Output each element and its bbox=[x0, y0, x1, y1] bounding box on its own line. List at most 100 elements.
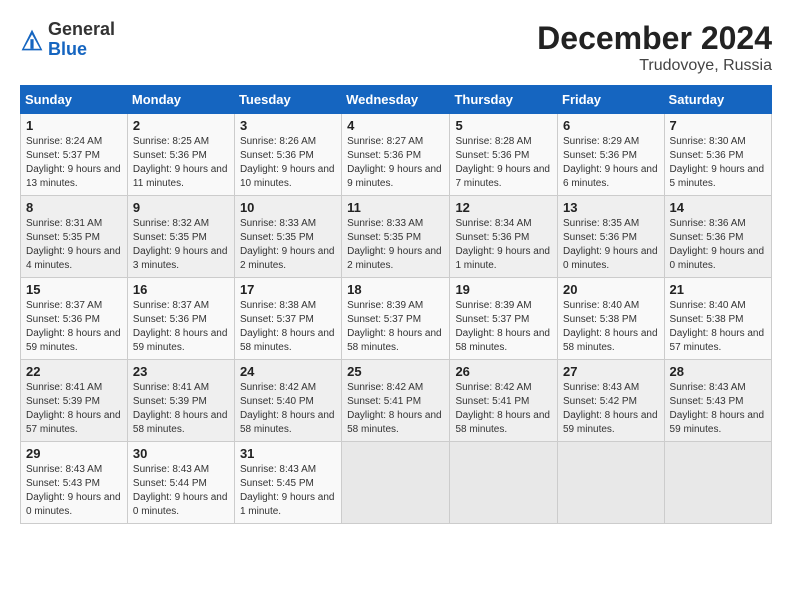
calendar-header-row: Sunday Monday Tuesday Wednesday Thursday… bbox=[21, 86, 772, 114]
day-detail: Sunrise: 8:34 AM Sunset: 5:36 PM Dayligh… bbox=[455, 217, 552, 273]
calendar-day-cell: 24 Sunrise: 8:42 AM Sunset: 5:40 PM Dayl… bbox=[234, 360, 341, 442]
calendar-day-cell bbox=[664, 442, 771, 524]
calendar-day-cell: 2 Sunrise: 8:25 AM Sunset: 5:36 PM Dayli… bbox=[127, 114, 234, 196]
calendar-week-row: 8 Sunrise: 8:31 AM Sunset: 5:35 PM Dayli… bbox=[21, 196, 772, 278]
day-detail: Sunrise: 8:43 AM Sunset: 5:43 PM Dayligh… bbox=[670, 381, 766, 437]
day-number: 4 bbox=[347, 118, 444, 133]
logo-icon bbox=[20, 28, 44, 52]
calendar-day-cell: 8 Sunrise: 8:31 AM Sunset: 5:35 PM Dayli… bbox=[21, 196, 128, 278]
day-detail: Sunrise: 8:42 AM Sunset: 5:41 PM Dayligh… bbox=[455, 381, 552, 437]
day-number: 14 bbox=[670, 200, 766, 215]
day-number: 27 bbox=[563, 364, 659, 379]
calendar-day-cell: 27 Sunrise: 8:43 AM Sunset: 5:42 PM Dayl… bbox=[558, 360, 665, 442]
day-number: 17 bbox=[240, 282, 336, 297]
day-number: 16 bbox=[133, 282, 229, 297]
day-detail: Sunrise: 8:43 AM Sunset: 5:44 PM Dayligh… bbox=[133, 463, 229, 519]
day-detail: Sunrise: 8:37 AM Sunset: 5:36 PM Dayligh… bbox=[133, 299, 229, 355]
day-number: 26 bbox=[455, 364, 552, 379]
day-detail: Sunrise: 8:42 AM Sunset: 5:40 PM Dayligh… bbox=[240, 381, 336, 437]
page-header: General Blue December 2024 Trudovoye, Ru… bbox=[20, 20, 772, 75]
logo-general: General bbox=[48, 20, 115, 40]
calendar-day-cell: 14 Sunrise: 8:36 AM Sunset: 5:36 PM Dayl… bbox=[664, 196, 771, 278]
calendar-day-cell: 4 Sunrise: 8:27 AM Sunset: 5:36 PM Dayli… bbox=[342, 114, 450, 196]
calendar-day-cell: 20 Sunrise: 8:40 AM Sunset: 5:38 PM Dayl… bbox=[558, 278, 665, 360]
calendar-week-row: 1 Sunrise: 8:24 AM Sunset: 5:37 PM Dayli… bbox=[21, 114, 772, 196]
day-number: 29 bbox=[26, 446, 122, 461]
calendar-table: Sunday Monday Tuesday Wednesday Thursday… bbox=[20, 85, 772, 524]
calendar-day-cell: 15 Sunrise: 8:37 AM Sunset: 5:36 PM Dayl… bbox=[21, 278, 128, 360]
location-title: Trudovoye, Russia bbox=[537, 57, 772, 75]
day-detail: Sunrise: 8:40 AM Sunset: 5:38 PM Dayligh… bbox=[563, 299, 659, 355]
day-detail: Sunrise: 8:27 AM Sunset: 5:36 PM Dayligh… bbox=[347, 135, 444, 191]
calendar-week-row: 29 Sunrise: 8:43 AM Sunset: 5:43 PM Dayl… bbox=[21, 442, 772, 524]
day-number: 12 bbox=[455, 200, 552, 215]
calendar-day-cell: 10 Sunrise: 8:33 AM Sunset: 5:35 PM Dayl… bbox=[234, 196, 341, 278]
calendar-day-cell bbox=[450, 442, 558, 524]
day-number: 10 bbox=[240, 200, 336, 215]
calendar-day-cell: 11 Sunrise: 8:33 AM Sunset: 5:35 PM Dayl… bbox=[342, 196, 450, 278]
col-monday: Monday bbox=[127, 86, 234, 114]
calendar-day-cell: 3 Sunrise: 8:26 AM Sunset: 5:36 PM Dayli… bbox=[234, 114, 341, 196]
title-block: December 2024 Trudovoye, Russia bbox=[537, 20, 772, 75]
calendar-day-cell: 31 Sunrise: 8:43 AM Sunset: 5:45 PM Dayl… bbox=[234, 442, 341, 524]
day-number: 6 bbox=[563, 118, 659, 133]
month-year-title: December 2024 bbox=[537, 20, 772, 57]
day-detail: Sunrise: 8:32 AM Sunset: 5:35 PM Dayligh… bbox=[133, 217, 229, 273]
calendar-day-cell: 1 Sunrise: 8:24 AM Sunset: 5:37 PM Dayli… bbox=[21, 114, 128, 196]
day-number: 8 bbox=[26, 200, 122, 215]
logo: General Blue bbox=[20, 20, 115, 60]
day-number: 1 bbox=[26, 118, 122, 133]
calendar-day-cell: 7 Sunrise: 8:30 AM Sunset: 5:36 PM Dayli… bbox=[664, 114, 771, 196]
day-number: 20 bbox=[563, 282, 659, 297]
day-number: 31 bbox=[240, 446, 336, 461]
day-detail: Sunrise: 8:43 AM Sunset: 5:45 PM Dayligh… bbox=[240, 463, 336, 519]
day-number: 7 bbox=[670, 118, 766, 133]
calendar-day-cell: 9 Sunrise: 8:32 AM Sunset: 5:35 PM Dayli… bbox=[127, 196, 234, 278]
day-number: 18 bbox=[347, 282, 444, 297]
col-saturday: Saturday bbox=[664, 86, 771, 114]
calendar-day-cell: 25 Sunrise: 8:42 AM Sunset: 5:41 PM Dayl… bbox=[342, 360, 450, 442]
day-detail: Sunrise: 8:36 AM Sunset: 5:36 PM Dayligh… bbox=[670, 217, 766, 273]
calendar-day-cell: 13 Sunrise: 8:35 AM Sunset: 5:36 PM Dayl… bbox=[558, 196, 665, 278]
day-detail: Sunrise: 8:37 AM Sunset: 5:36 PM Dayligh… bbox=[26, 299, 122, 355]
day-detail: Sunrise: 8:40 AM Sunset: 5:38 PM Dayligh… bbox=[670, 299, 766, 355]
day-detail: Sunrise: 8:42 AM Sunset: 5:41 PM Dayligh… bbox=[347, 381, 444, 437]
calendar-week-row: 22 Sunrise: 8:41 AM Sunset: 5:39 PM Dayl… bbox=[21, 360, 772, 442]
calendar-day-cell: 28 Sunrise: 8:43 AM Sunset: 5:43 PM Dayl… bbox=[664, 360, 771, 442]
calendar-day-cell: 26 Sunrise: 8:42 AM Sunset: 5:41 PM Dayl… bbox=[450, 360, 558, 442]
day-number: 9 bbox=[133, 200, 229, 215]
calendar-day-cell: 22 Sunrise: 8:41 AM Sunset: 5:39 PM Dayl… bbox=[21, 360, 128, 442]
day-detail: Sunrise: 8:38 AM Sunset: 5:37 PM Dayligh… bbox=[240, 299, 336, 355]
col-friday: Friday bbox=[558, 86, 665, 114]
day-detail: Sunrise: 8:43 AM Sunset: 5:42 PM Dayligh… bbox=[563, 381, 659, 437]
day-number: 13 bbox=[563, 200, 659, 215]
day-number: 3 bbox=[240, 118, 336, 133]
calendar-day-cell: 17 Sunrise: 8:38 AM Sunset: 5:37 PM Dayl… bbox=[234, 278, 341, 360]
day-detail: Sunrise: 8:43 AM Sunset: 5:43 PM Dayligh… bbox=[26, 463, 122, 519]
calendar-day-cell: 29 Sunrise: 8:43 AM Sunset: 5:43 PM Dayl… bbox=[21, 442, 128, 524]
calendar-day-cell: 18 Sunrise: 8:39 AM Sunset: 5:37 PM Dayl… bbox=[342, 278, 450, 360]
col-sunday: Sunday bbox=[21, 86, 128, 114]
day-number: 2 bbox=[133, 118, 229, 133]
calendar-day-cell: 19 Sunrise: 8:39 AM Sunset: 5:37 PM Dayl… bbox=[450, 278, 558, 360]
day-number: 22 bbox=[26, 364, 122, 379]
day-number: 28 bbox=[670, 364, 766, 379]
calendar-day-cell: 30 Sunrise: 8:43 AM Sunset: 5:44 PM Dayl… bbox=[127, 442, 234, 524]
day-number: 21 bbox=[670, 282, 766, 297]
day-detail: Sunrise: 8:39 AM Sunset: 5:37 PM Dayligh… bbox=[347, 299, 444, 355]
col-tuesday: Tuesday bbox=[234, 86, 341, 114]
day-number: 15 bbox=[26, 282, 122, 297]
day-number: 11 bbox=[347, 200, 444, 215]
day-detail: Sunrise: 8:35 AM Sunset: 5:36 PM Dayligh… bbox=[563, 217, 659, 273]
calendar-day-cell: 23 Sunrise: 8:41 AM Sunset: 5:39 PM Dayl… bbox=[127, 360, 234, 442]
day-detail: Sunrise: 8:25 AM Sunset: 5:36 PM Dayligh… bbox=[133, 135, 229, 191]
calendar-day-cell bbox=[342, 442, 450, 524]
day-number: 23 bbox=[133, 364, 229, 379]
day-number: 5 bbox=[455, 118, 552, 133]
logo-text: General Blue bbox=[48, 20, 115, 60]
calendar-day-cell: 16 Sunrise: 8:37 AM Sunset: 5:36 PM Dayl… bbox=[127, 278, 234, 360]
calendar-day-cell: 12 Sunrise: 8:34 AM Sunset: 5:36 PM Dayl… bbox=[450, 196, 558, 278]
day-detail: Sunrise: 8:31 AM Sunset: 5:35 PM Dayligh… bbox=[26, 217, 122, 273]
day-detail: Sunrise: 8:39 AM Sunset: 5:37 PM Dayligh… bbox=[455, 299, 552, 355]
logo-blue: Blue bbox=[48, 40, 115, 60]
